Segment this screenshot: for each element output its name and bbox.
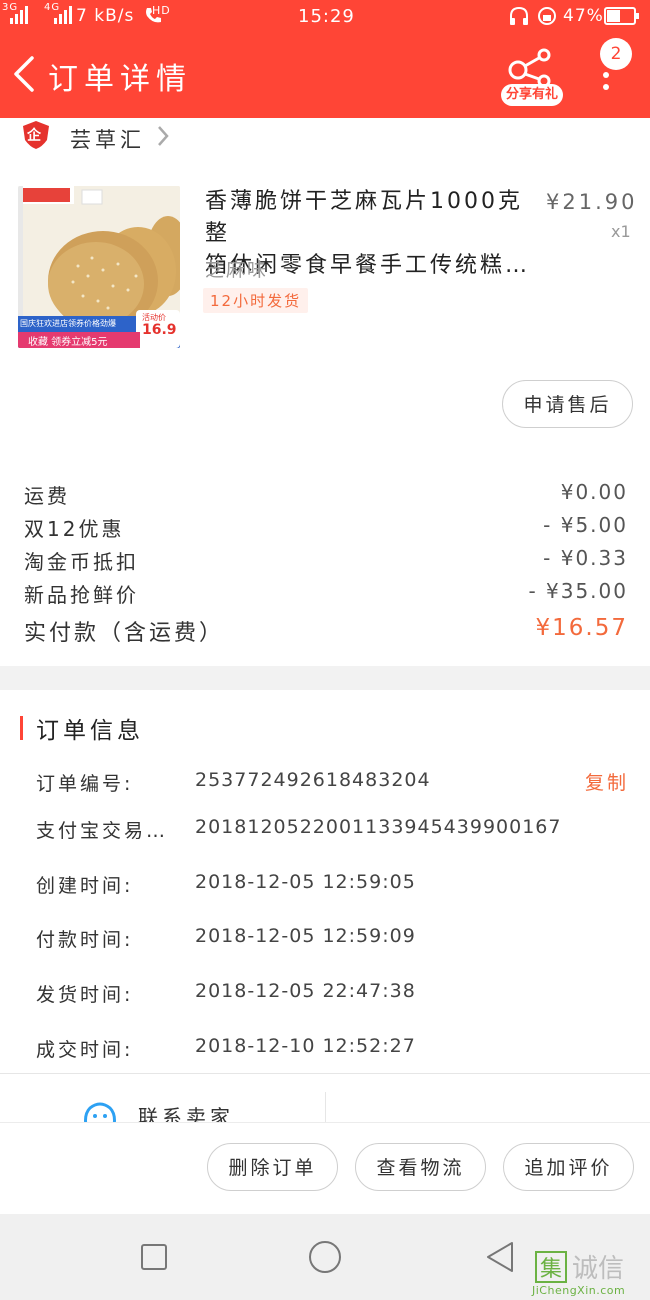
info-label-shipped: 发货时间: <box>36 984 134 1006</box>
shipping-tag: 12小时发货 <box>203 288 309 313</box>
order-info-title: 订单信息 <box>36 718 144 744</box>
product-title-line-1: 香薄脆饼干芝麻瓦片1000克整 <box>205 189 523 246</box>
watermark-url: JiChengXin.com <box>532 1284 626 1297</box>
info-label-order-no: 订单编号: <box>36 773 134 795</box>
fee-label: 双12优惠 <box>24 517 125 541</box>
fee-row-new-product: 新品抢鲜价 - ¥35.00 <box>24 579 628 608</box>
page-title: 订单详情 <box>48 62 192 97</box>
fee-value: - ¥5.00 <box>543 513 628 537</box>
svg-text:诚信: 诚信 <box>572 1254 624 1284</box>
network-speed: 7 kB/s <box>76 6 135 26</box>
rotation-lock-icon <box>538 7 556 25</box>
more-menu-icon[interactable] <box>603 72 611 96</box>
network-type-label: 3G <box>2 2 19 13</box>
total-value: ¥16.57 <box>535 615 628 641</box>
fee-row-total: 实付款（含运费） ¥16.57 <box>24 615 628 647</box>
shop-logo-text: 企 <box>27 128 41 144</box>
product-price: ¥21.90 <box>546 190 638 214</box>
section-accent-bar <box>20 716 23 740</box>
fee-row-shipping: 运费 ¥0.00 <box>24 480 628 509</box>
apply-after-sale-button[interactable]: 申请售后 <box>502 380 633 428</box>
thumb-badge-price: 16.9 <box>142 322 177 338</box>
info-value-order-no: 253772492618483204 <box>195 769 431 791</box>
fee-value: - ¥0.33 <box>543 546 628 570</box>
product-thumbnail[interactable]: 国庆狂欢进店领券价格劲爆 活动价 16.9 收藏 领券立减5元 <box>18 186 180 348</box>
message-count-badge[interactable]: 2 <box>600 38 632 70</box>
info-label-paid: 付款时间: <box>36 929 134 951</box>
chevron-right-icon[interactable] <box>156 124 170 148</box>
network-4g-label: 4G <box>44 2 61 13</box>
back-nav-icon[interactable] <box>484 1240 516 1274</box>
share-gift-badge[interactable]: 分享有礼 <box>501 84 563 106</box>
info-value-shipped: 2018-12-05 22:47:38 <box>195 980 416 1002</box>
fee-row-coins: 淘金币抵扣 - ¥0.33 <box>24 546 628 575</box>
app-header: 3G 4G 7 kB/s HD 15:29 47% 订单详情 分享有礼 2 <box>0 0 650 118</box>
recent-apps-icon[interactable] <box>140 1243 168 1271</box>
info-label-created: 创建时间: <box>36 875 134 897</box>
share-icon[interactable] <box>506 48 556 88</box>
svg-text:集: 集 <box>540 1257 562 1282</box>
battery-icon <box>604 7 639 25</box>
home-icon[interactable] <box>307 1239 343 1275</box>
product-sku: 芝麻味 <box>205 259 269 281</box>
fee-label: 运费 <box>24 484 70 508</box>
divider-vertical <box>325 1092 326 1122</box>
info-value-paid: 2018-12-05 12:59:09 <box>195 925 416 947</box>
back-arrow-icon[interactable] <box>10 54 40 94</box>
info-value-completed: 2018-12-10 12:52:27 <box>195 1035 416 1057</box>
fee-value: ¥0.00 <box>560 480 628 504</box>
fee-row-double12: 双12优惠 - ¥5.00 <box>24 513 628 542</box>
info-value-created: 2018-12-05 12:59:05 <box>195 871 416 893</box>
product-quantity: x1 <box>611 222 631 241</box>
clock: 15:29 <box>298 6 355 27</box>
add-review-button[interactable]: 追加评价 <box>503 1143 634 1191</box>
view-logistics-button[interactable]: 查看物流 <box>355 1143 486 1191</box>
thumb-banner-text: 国庆狂欢进店领券价格劲爆 <box>20 319 116 328</box>
fee-label: 新品抢鲜价 <box>24 583 139 607</box>
delete-order-button[interactable]: 删除订单 <box>207 1143 338 1191</box>
copy-order-no-button[interactable]: 复制 <box>585 768 629 795</box>
thumb-bottom-text: 收藏 领券立减5元 <box>28 337 108 348</box>
info-value-alipay: 2018120522001133945439900167 <box>195 816 562 838</box>
fee-label: 淘金币抵扣 <box>24 550 139 574</box>
divider <box>0 1073 650 1074</box>
fee-value: - ¥35.00 <box>528 579 628 603</box>
hd-label: HD <box>152 4 171 17</box>
shop-name[interactable]: 芸草汇 <box>70 124 145 154</box>
headphone-icon <box>510 6 528 25</box>
info-label-alipay: 支付宝交易… <box>36 820 169 842</box>
total-label: 实付款（含运费） <box>24 621 225 646</box>
info-label-completed: 成交时间: <box>36 1039 134 1061</box>
battery-percent: 47% <box>563 6 604 26</box>
